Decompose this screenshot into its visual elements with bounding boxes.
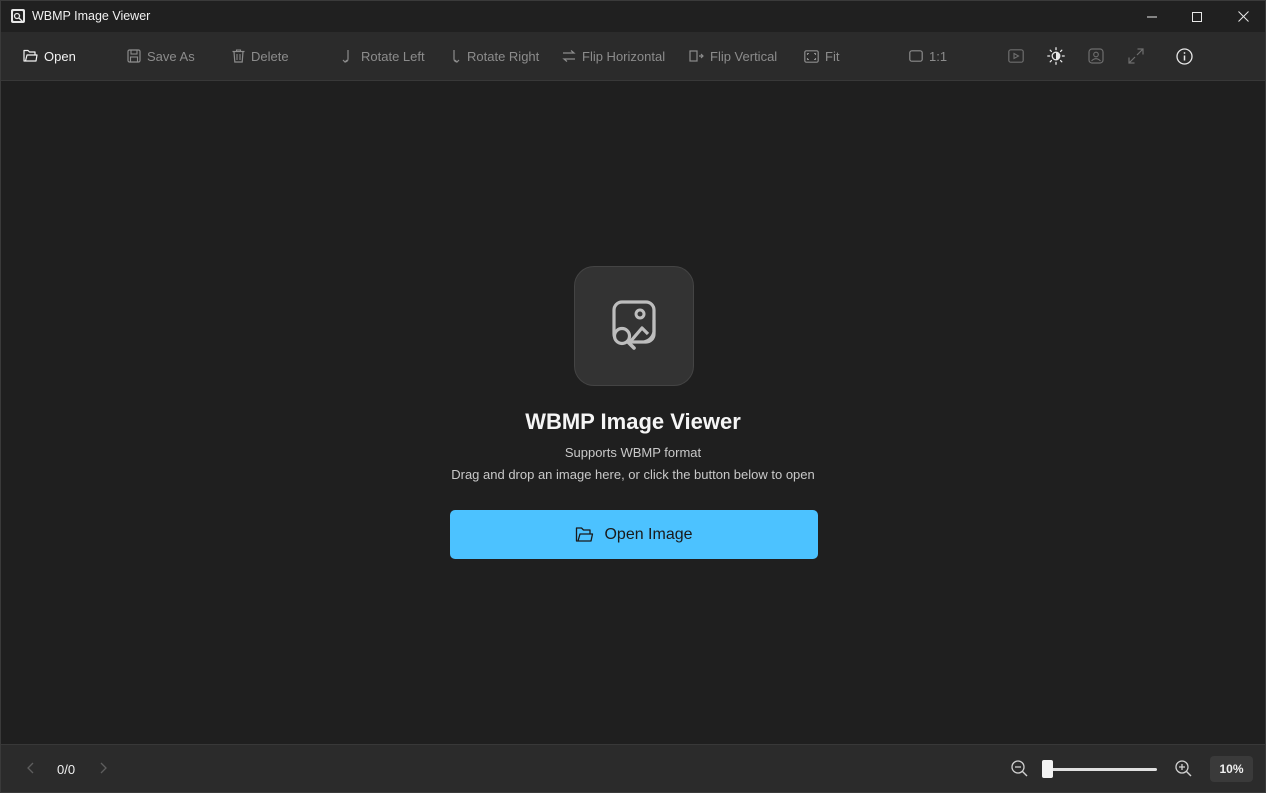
flip-horizontal-label: Flip Horizontal <box>582 48 666 64</box>
open-button[interactable]: Open <box>23 44 76 68</box>
actual-size-icon <box>909 50 923 62</box>
drag-drop-hint: Drag and drop an image here, or click th… <box>451 467 815 482</box>
fit-screen-icon <box>804 49 819 63</box>
folder-open-icon <box>576 527 594 542</box>
zoom-slider-thumb[interactable] <box>1042 760 1053 778</box>
close-button[interactable] <box>1220 1 1266 32</box>
theme-brightness-icon <box>1047 47 1065 65</box>
delete-button[interactable]: Delete <box>232 44 289 68</box>
slideshow-icon <box>1008 49 1024 63</box>
rotate-right-icon <box>453 50 460 63</box>
rotate-right-button[interactable]: Rotate Right <box>447 44 539 68</box>
fit-label: Fit <box>825 48 840 64</box>
supported-formats-text: Supports WBMP format <box>564 445 702 460</box>
image-search-icon <box>612 300 656 350</box>
next-image-button[interactable] <box>95 760 111 776</box>
image-counter: 0/0 <box>57 762 76 777</box>
actual-size-label: 1:1 <box>929 48 948 64</box>
image-canvas-area[interactable]: WBMP Image Viewer Supports WBMP format D… <box>1 81 1265 744</box>
about-icon <box>1175 47 1193 65</box>
trash-icon <box>232 49 245 63</box>
previous-image-button[interactable] <box>23 760 39 776</box>
open-image-button[interactable]: Open Image <box>450 510 818 559</box>
open-image-label: Open Image <box>604 525 693 543</box>
maximize-button[interactable] <box>1174 1 1220 32</box>
zoom-percent-value: 10% <box>1219 762 1244 776</box>
save-as-label: Save As <box>147 48 195 64</box>
app-window: WBMP Image Viewer Open Save As Delete Ro… <box>0 0 1266 793</box>
maximize-icon <box>1192 11 1202 22</box>
close-icon <box>1237 11 1249 22</box>
image-info-icon <box>1088 48 1104 64</box>
about-button[interactable] <box>1173 45 1195 67</box>
app-logo-icon <box>11 9 25 23</box>
image-info-button[interactable] <box>1085 45 1107 67</box>
toolbar: Open Save As Delete Rotate Left Rotate R… <box>1 32 1265 81</box>
zoom-slider-track <box>1047 768 1157 771</box>
empty-state-title: WBMP Image Viewer <box>525 409 741 434</box>
zoom-slider[interactable] <box>1041 758 1159 780</box>
folder-open-icon <box>23 49 38 62</box>
fit-button[interactable]: Fit <box>804 44 839 68</box>
zoom-out-icon[interactable] <box>1010 759 1029 778</box>
rotate-right-label: Rotate Right <box>467 48 540 64</box>
flip-vertical-button[interactable]: Flip Vertical <box>689 44 777 68</box>
theme-button[interactable] <box>1045 45 1067 67</box>
rotate-left-label: Rotate Left <box>361 48 425 64</box>
title-bar: WBMP Image Viewer <box>1 1 1265 32</box>
zoom-in-icon[interactable] <box>1174 759 1193 778</box>
rotate-left-icon <box>342 50 349 63</box>
fullscreen-button[interactable] <box>1125 45 1147 67</box>
window-title: WBMP Image Viewer <box>32 9 151 23</box>
flip-horizontal-icon <box>562 50 576 62</box>
flip-horizontal-button[interactable]: Flip Horizontal <box>562 44 665 68</box>
slideshow-button[interactable] <box>1005 45 1027 67</box>
actual-size-button[interactable]: 1:1 <box>909 44 947 68</box>
rotate-left-button[interactable]: Rotate Left <box>341 44 425 68</box>
minimize-button[interactable] <box>1129 1 1175 32</box>
status-bar: 0/0 10% <box>1 744 1265 792</box>
fullscreen-icon <box>1128 48 1144 64</box>
hero-icon-container <box>574 266 694 386</box>
minimize-icon <box>1147 16 1157 17</box>
flip-vertical-icon <box>689 50 704 62</box>
open-label: Open <box>44 48 76 64</box>
flip-vertical-label: Flip Vertical <box>710 48 778 64</box>
save-as-button[interactable]: Save As <box>127 44 195 68</box>
zoom-percent-display[interactable]: 10% <box>1210 756 1253 782</box>
delete-label: Delete <box>251 48 289 64</box>
save-icon <box>127 49 141 63</box>
